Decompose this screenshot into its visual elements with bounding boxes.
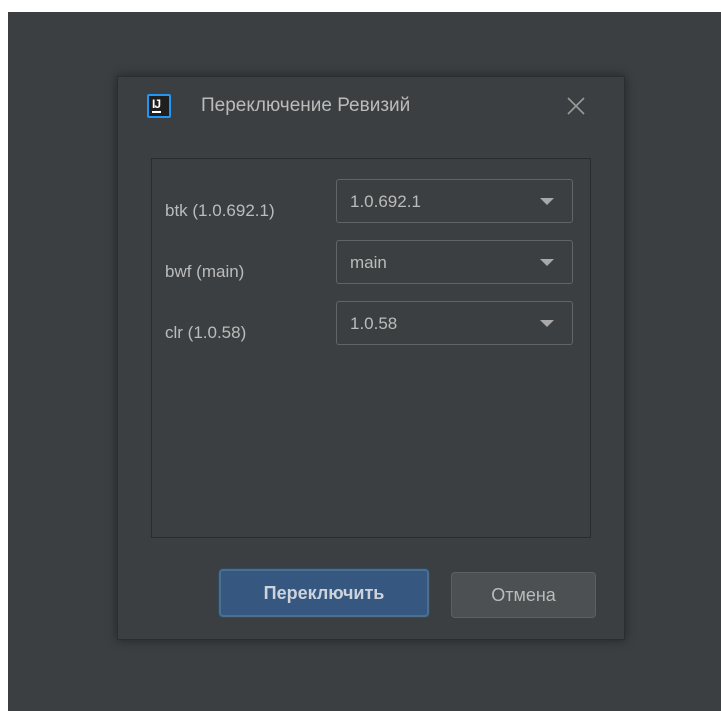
row-label-bwf: bwf (main)	[165, 262, 245, 281]
revisions-panel: btk (1.0.692.1) 1.0.692.1 bwf (main) mai…	[151, 158, 591, 538]
row-label-clr: clr (1.0.58)	[165, 323, 247, 342]
dialog-titlebar: IJ Переключение Ревизий	[118, 77, 624, 137]
chevron-down-icon	[540, 259, 554, 266]
revision-select-btk[interactable]: 1.0.692.1	[336, 179, 573, 223]
revision-select-value: 1.0.58	[350, 314, 398, 333]
switch-button[interactable]: Переключить	[219, 569, 429, 617]
switch-revisions-dialog: IJ Переключение Ревизий btk (1.0.692.1) …	[117, 76, 625, 640]
intellij-idea-icon: IJ	[147, 94, 171, 118]
row-label-btk: btk (1.0.692.1)	[165, 201, 275, 220]
revision-select-clr[interactable]: 1.0.58	[336, 301, 573, 345]
chevron-down-icon	[540, 198, 554, 205]
revision-select-value: main	[350, 253, 387, 272]
cancel-button[interactable]: Отмена	[451, 572, 596, 618]
revision-select-value: 1.0.692.1	[350, 192, 421, 211]
dialog-title: Переключение Ревизий	[201, 95, 411, 116]
chevron-down-icon	[540, 320, 554, 327]
revision-select-bwf[interactable]: main	[336, 240, 573, 284]
close-icon[interactable]	[563, 93, 589, 119]
